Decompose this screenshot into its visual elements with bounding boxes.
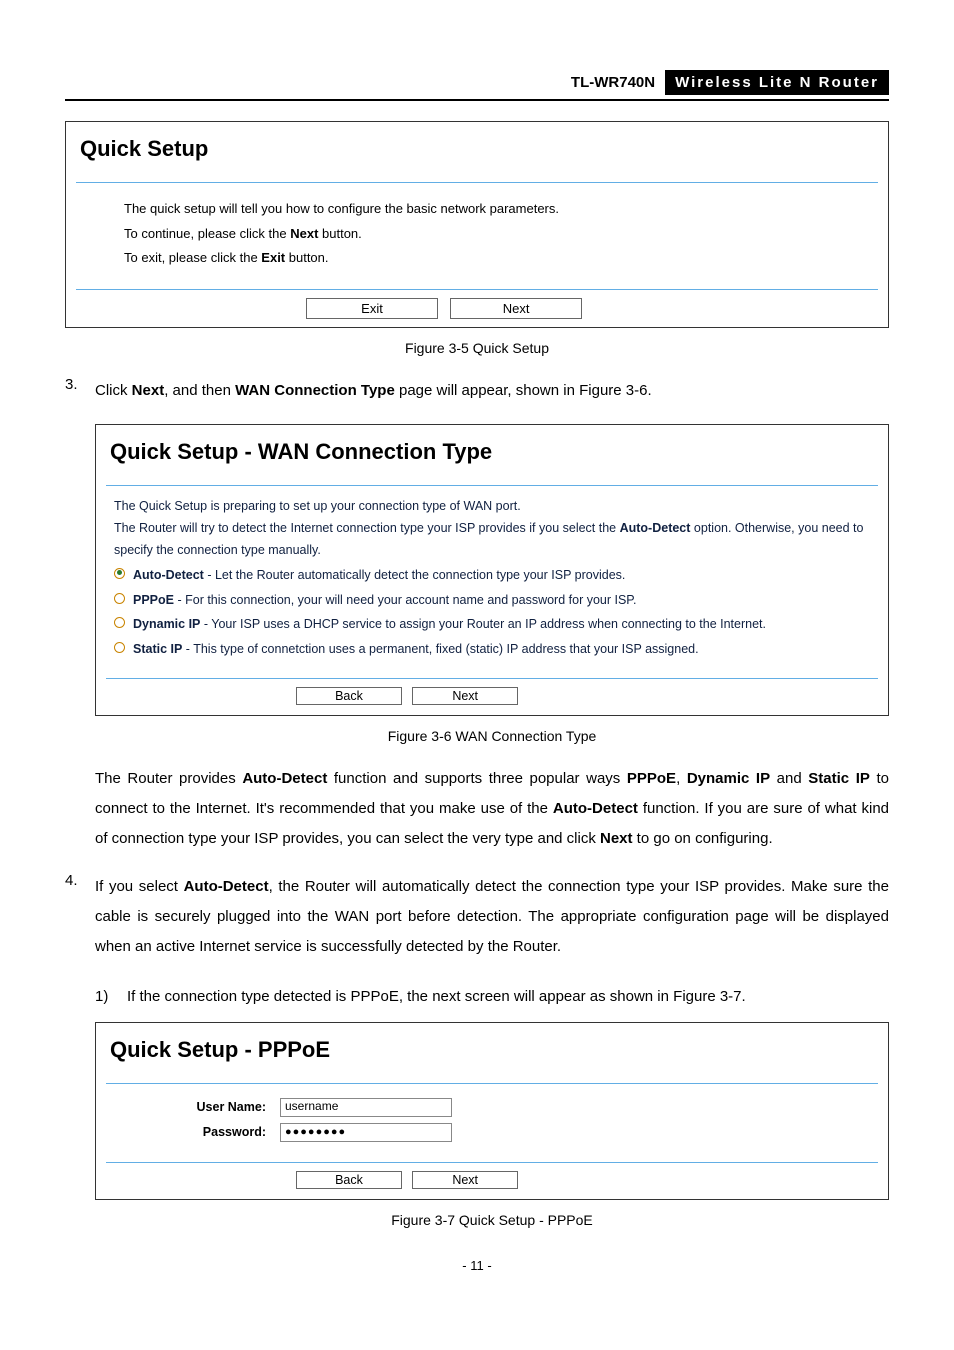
radio-label: Dynamic IP - Your ISP uses a DHCP servic… — [133, 614, 766, 636]
text-line: The Quick Setup is preparing to set up y… — [114, 496, 870, 518]
step-text: If you select Auto-Detect, the Router wi… — [95, 872, 889, 962]
next-button[interactable]: Next — [412, 687, 518, 705]
page-header: TL-WR740N Wireless Lite N Router — [65, 70, 889, 101]
panel-body: User Name: username Password: ●●●●●●●● — [96, 1084, 888, 1162]
step-text: Click Next, and then WAN Connection Type… — [95, 376, 889, 406]
exit-button[interactable]: Exit — [306, 298, 438, 319]
radio-icon[interactable] — [114, 642, 125, 653]
radio-option[interactable]: PPPoE - For this connection, your will n… — [114, 590, 870, 612]
wan-type-panel: Quick Setup - WAN Connection Type The Qu… — [95, 424, 889, 716]
step-number: 4. — [65, 872, 95, 980]
step-3: 3. Click Next, and then WAN Connection T… — [65, 376, 889, 420]
radio-label: Static IP - This type of connetction use… — [133, 639, 699, 661]
button-row: Back Next — [96, 1163, 888, 1199]
step-number: 3. — [65, 376, 95, 420]
password-label: Password: — [96, 1125, 280, 1139]
text-line: The quick setup will tell you how to con… — [124, 197, 848, 222]
page-number: - 11 - — [65, 1258, 889, 1273]
username-label: User Name: — [96, 1100, 280, 1114]
figure-caption: Figure 3-6 WAN Connection Type — [95, 728, 889, 744]
step-4: 4. If you select Auto-Detect, the Router… — [65, 872, 889, 980]
panel-title: Quick Setup — [66, 122, 888, 182]
radio-option[interactable]: Static IP - This type of connetction use… — [114, 639, 870, 661]
password-input[interactable]: ●●●●●●●● — [280, 1123, 452, 1142]
panel-title: Quick Setup - PPPoE — [96, 1023, 888, 1083]
substep-number: 1) — [95, 984, 127, 1010]
radio-icon[interactable] — [114, 617, 125, 628]
substep-text: If the connection type detected is PPPoE… — [127, 984, 889, 1010]
radio-icon[interactable] — [114, 568, 125, 579]
figure-caption: Figure 3-5 Quick Setup — [65, 340, 889, 356]
quick-setup-panel: Quick Setup The quick setup will tell yo… — [65, 121, 889, 328]
panel-title: Quick Setup - WAN Connection Type — [96, 425, 888, 485]
button-row: Back Next — [96, 679, 888, 715]
next-button[interactable]: Next — [412, 1171, 518, 1189]
back-button[interactable]: Back — [296, 1171, 402, 1189]
product-desc: Wireless Lite N Router — [665, 70, 889, 95]
text-line: To exit, please click the Exit button. — [124, 246, 848, 271]
body-paragraph: The Router provides Auto-Detect function… — [95, 764, 889, 854]
pppoe-panel: Quick Setup - PPPoE User Name: username … — [95, 1022, 889, 1200]
panel-body: The quick setup will tell you how to con… — [66, 183, 888, 289]
figure-caption: Figure 3-7 Quick Setup - PPPoE — [95, 1212, 889, 1228]
model-label: TL-WR740N — [571, 74, 665, 91]
radio-label: Auto-Detect - Let the Router automatical… — [133, 565, 625, 587]
back-button[interactable]: Back — [296, 687, 402, 705]
text-line: To continue, please click the Next butto… — [124, 222, 848, 247]
substep-1: 1) If the connection type detected is PP… — [95, 984, 889, 1010]
text-line: The Router will try to detect the Intern… — [114, 518, 870, 562]
next-button[interactable]: Next — [450, 298, 582, 319]
radio-icon[interactable] — [114, 593, 125, 604]
radio-label: PPPoE - For this connection, your will n… — [133, 590, 637, 612]
button-row: Exit Next — [66, 290, 888, 327]
username-input[interactable]: username — [280, 1098, 452, 1117]
radio-option[interactable]: Auto-Detect - Let the Router automatical… — [114, 565, 870, 587]
radio-option[interactable]: Dynamic IP - Your ISP uses a DHCP servic… — [114, 614, 870, 636]
panel-body: The Quick Setup is preparing to set up y… — [96, 486, 888, 678]
